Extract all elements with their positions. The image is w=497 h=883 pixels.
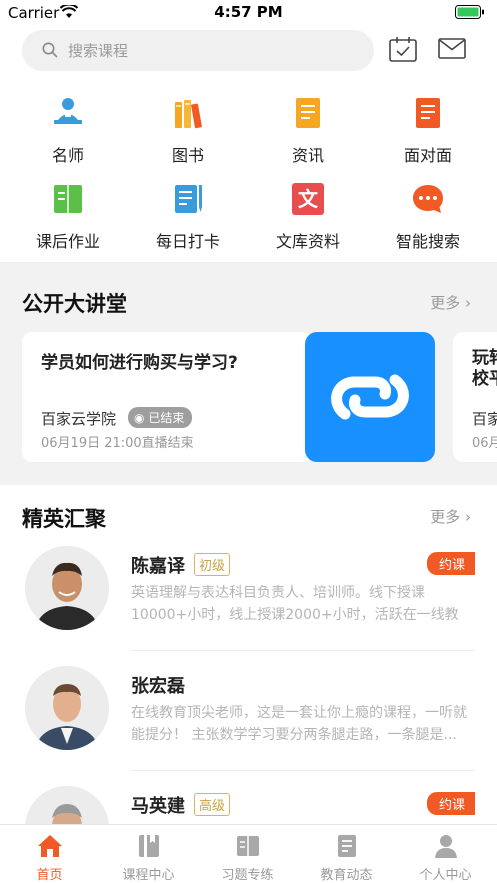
category-label: 图书: [171, 146, 204, 165]
category-books[interactable]: 图书: [126, 96, 250, 166]
teacher-row[interactable]: 马英建 高级 约课: [0, 780, 497, 824]
book-class-button[interactable]: 约课: [426, 552, 475, 575]
category-news[interactable]: 资讯: [246, 96, 370, 166]
chevron-right-icon: ›: [465, 294, 471, 312]
lecture-title: 学员如何进行购买与学习?: [41, 353, 238, 373]
lecture-time: 06月19日 21:00直播结束: [41, 436, 194, 451]
elite-more-link[interactable]: 更多 ›: [430, 506, 471, 527]
status-badge: ◉ 已结束: [128, 407, 193, 428]
search-placeholder: 搜索课程: [68, 42, 129, 60]
brand-logo-icon: [331, 374, 409, 420]
tab-label: 习题专练: [221, 868, 274, 883]
face-to-face-icon: [416, 98, 440, 128]
lecture-title-line1: 玩转: [472, 348, 497, 368]
exercise-icon: [236, 836, 259, 856]
teacher-icon: [54, 98, 82, 124]
news-icon: [296, 98, 320, 128]
tab-profile[interactable]: 个人中心: [396, 825, 495, 883]
ended-dot-icon: ◉: [134, 411, 145, 425]
library-glyph: 文: [298, 187, 319, 211]
tab-home[interactable]: 首页: [0, 825, 99, 883]
teacher-photo: [25, 666, 109, 750]
teacher-description: 英语理解与表达科目负责人、培训师。线下授课10000+小时，线上授课2000+小…: [131, 585, 459, 623]
row-divider: [131, 650, 475, 651]
tab-course-center[interactable]: 课程中心: [99, 825, 198, 883]
category-library[interactable]: 文 文库资料: [246, 182, 370, 252]
tab-exercise[interactable]: 习题专练: [198, 825, 297, 883]
row-divider: [131, 770, 475, 771]
smart-search-icon: [413, 185, 443, 213]
teacher-row[interactable]: 陈嘉译 初级 约课 英语理解与表达科目负责人、培训师。线下授课10000+小时，…: [0, 540, 497, 660]
category-label: 面对面: [403, 146, 452, 165]
profile-icon: [434, 835, 457, 858]
lecture-card-next[interactable]: 玩转 校平 百家 06月: [453, 332, 497, 462]
tab-label: 课程中心: [122, 868, 175, 883]
avatar: [25, 666, 109, 750]
book-class-button[interactable]: 约课: [426, 792, 475, 815]
lecture-title-line2: 校平: [472, 369, 497, 389]
more-label: 更多: [430, 508, 461, 526]
teacher-name: 张宏磊: [131, 676, 185, 697]
books-icon: [175, 100, 202, 129]
category-label: 名师: [51, 146, 84, 165]
search-input[interactable]: 搜索课程: [22, 30, 374, 71]
home-icon: [37, 835, 62, 857]
section-divider: [0, 484, 497, 485]
category-teacher[interactable]: 名师: [6, 96, 130, 166]
category-daily-checkin[interactable]: 每日打卡: [126, 182, 250, 252]
category-homework[interactable]: 课后作业: [6, 182, 130, 252]
lecture-org: 百家: [472, 410, 497, 428]
daily-checkin-icon: [175, 185, 202, 213]
search-icon: [42, 42, 58, 58]
avatar: [25, 546, 109, 630]
mail-icon[interactable]: [438, 38, 466, 59]
more-label: 更多: [430, 294, 461, 312]
avatar: [25, 786, 109, 824]
teacher-row[interactable]: 张宏磊 在线教育顶尖老师，这是一套让你上瘾的课程，一听就能提分！ 主张数学学习要…: [0, 660, 497, 780]
battery-icon: [455, 5, 484, 19]
level-badge: 初级: [194, 553, 231, 576]
category-label: 课后作业: [35, 232, 100, 251]
category-label: 每日打卡: [155, 232, 220, 251]
teacher-name: 马英建: [131, 796, 185, 817]
course-center-icon: [138, 835, 159, 857]
tab-label: 首页: [36, 868, 63, 883]
category-face-to-face[interactable]: 面对面: [366, 96, 490, 166]
chevron-right-icon: ›: [465, 508, 471, 526]
tab-label: 个人中心: [419, 868, 472, 883]
lecture-org: 百家云学院: [41, 410, 117, 428]
category-label: 资讯: [291, 146, 324, 165]
section-divider: [0, 262, 497, 272]
clock: 4:57 PM: [214, 3, 283, 21]
education-news-icon: [337, 835, 356, 857]
tab-education-news[interactable]: 教育动态: [297, 825, 396, 883]
lecture-thumbnail[interactable]: [305, 332, 435, 462]
teacher-description: 在线教育顶尖老师，这是一套让你上瘾的课程，一听就能提分！ 主张数学学习要分两条腿…: [131, 705, 467, 743]
library-icon: 文: [292, 183, 324, 215]
teacher-photo: [25, 786, 109, 824]
lecture-more-link[interactable]: 更多 ›: [430, 292, 471, 313]
homework-icon: [54, 185, 82, 213]
elite-section-title: 精英汇聚: [22, 507, 106, 531]
category-label: 智能搜索: [395, 232, 460, 251]
category-smart-search[interactable]: 智能搜索: [366, 182, 490, 252]
lecture-section-title: 公开大讲堂: [22, 292, 127, 316]
level-badge: 高级: [194, 793, 231, 816]
category-label: 文库资料: [275, 232, 340, 251]
tab-bar: 首页 课程中心 习题专练 教育动态 个人中心: [0, 824, 497, 883]
status-bar: Carrier 4:57 PM: [0, 0, 497, 26]
tab-label: 教育动态: [320, 868, 373, 883]
lecture-time: 06月: [472, 436, 497, 451]
teacher-name: 陈嘉译: [131, 556, 185, 577]
calendar-check-icon[interactable]: [389, 36, 417, 62]
teacher-photo: [25, 546, 109, 630]
lecture-card[interactable]: 学员如何进行购买与学习? 百家云学院 ◉ 已结束 06月19日 21:00直播结…: [22, 332, 312, 462]
